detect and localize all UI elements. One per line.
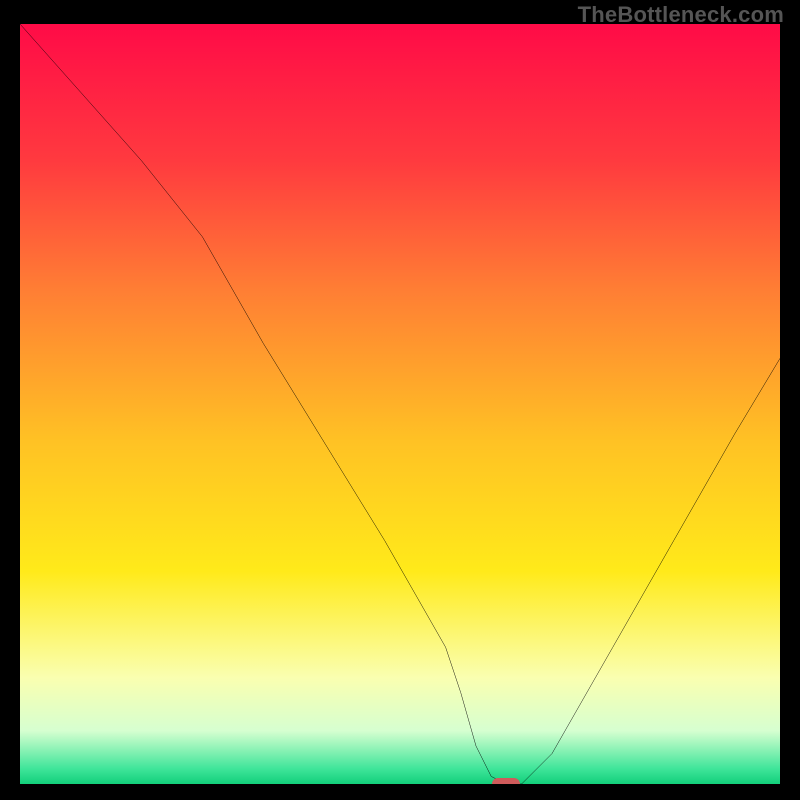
chart-frame: TheBottleneck.com <box>0 0 800 800</box>
optimal-marker <box>492 778 520 784</box>
bottleneck-curve <box>20 24 780 784</box>
plot-area <box>20 24 780 784</box>
